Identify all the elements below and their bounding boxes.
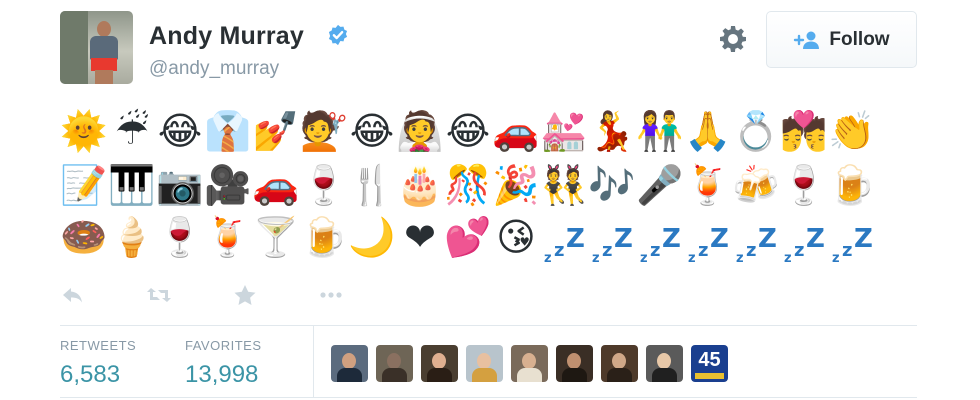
sleeping-zzz-icon: zzZ <box>784 224 825 266</box>
emoji-glyph: 🎤 <box>636 163 684 207</box>
emoji-glyph: 👰 <box>396 109 444 153</box>
sleeping-zzz-icon: zzZ <box>640 224 681 266</box>
emoji-glyph: 🍹 <box>204 215 252 259</box>
emoji-glyph: ❤ <box>404 215 436 259</box>
emoji-glyph: 📝 <box>60 163 108 207</box>
stats-divider-bottom <box>60 397 917 398</box>
emoji-glyph: 💇 <box>300 109 348 153</box>
emoji-glyph: 🍸 <box>252 215 300 259</box>
emoji-glyph: 🌙 <box>348 215 396 259</box>
emoji-glyph: 💃 <box>588 109 636 153</box>
favorite-button[interactable] <box>232 280 318 310</box>
sleeping-zzz-icon: zzZ <box>592 224 633 266</box>
favorites-label: FAVORITES <box>185 338 262 353</box>
emoji-glyph: 💍 <box>732 109 780 153</box>
retweet-button[interactable] <box>146 280 232 310</box>
faver-avatar[interactable] <box>601 345 638 382</box>
retweets-label: RETWEETS <box>60 338 137 353</box>
emoji-glyph: 🍴 <box>348 163 396 207</box>
emoji-glyph: 🍹 <box>684 163 732 207</box>
faver-avatar[interactable] <box>646 345 683 382</box>
stats-divider-vertical <box>313 326 314 397</box>
emoji-glyph: 😂 <box>349 109 395 153</box>
emoji-glyph: 🍩 <box>60 215 108 259</box>
emoji-glyph: 🍦 <box>108 215 156 259</box>
sleeping-zzz-icon: zzZ <box>688 224 729 266</box>
emoji-glyph: 🍺 <box>300 215 348 259</box>
emoji-glyph: 😂 <box>157 109 203 153</box>
emoji-glyph: 👫 <box>636 109 684 153</box>
faver-avatar[interactable] <box>511 345 548 382</box>
add-user-icon <box>794 31 820 49</box>
emoji-glyph: 👏 <box>828 109 876 153</box>
emoji-glyph: 🎂 <box>396 163 444 207</box>
sleeping-zzz-icon: zzZ <box>544 224 585 266</box>
emoji-glyph: 👯 <box>540 163 588 207</box>
emoji-glyph: ☔ <box>114 109 150 153</box>
emoji-glyph: 📷 <box>156 163 204 207</box>
user-avatar[interactable] <box>60 11 133 84</box>
emoji-glyph: 🍺 <box>828 163 876 207</box>
gear-icon[interactable] <box>718 24 748 54</box>
verified-badge-icon <box>328 24 348 46</box>
faver-avatar[interactable] <box>421 345 458 382</box>
faver-avatar[interactable] <box>556 345 593 382</box>
emoji-row-2: 📝 🎹 📷 🎥 🚗 🍷 🍴 🎂 🎊 🎉 👯 🎶 🎤 🍹 🍻 🍷 🍺 <box>60 162 876 208</box>
retweet-icon <box>147 288 171 302</box>
star-icon <box>234 285 256 305</box>
tweet-actions <box>60 280 404 310</box>
reply-button[interactable] <box>60 280 146 310</box>
emoji-glyph: 🚗 <box>492 109 540 153</box>
emoji-glyph: 💕 <box>444 215 492 259</box>
emoji-glyph: 🌞 <box>60 109 108 153</box>
user-handle[interactable]: @andy_murray <box>149 58 279 80</box>
emoji-glyph: 🎊 <box>444 163 492 207</box>
retweets-stat[interactable]: RETWEETS 6,583 <box>60 338 136 389</box>
emoji-glyph: 🍷 <box>300 163 348 207</box>
emoji-glyph: 🙏 <box>684 109 732 153</box>
emoji-glyph: 🍷 <box>156 215 204 259</box>
retweets-count: 6,583 <box>60 361 121 388</box>
emoji-glyph: 💅 <box>252 109 300 153</box>
faver-avatar[interactable] <box>466 345 503 382</box>
faver-avatar[interactable]: 45 <box>691 345 728 382</box>
emoji-row-3: 🍩 🍦 🍷 🍹 🍸 🍺 🌙 ❤ 💕 😘 z z Zz z Zz z Zz z Zz z Zz z Zz z Z <box>60 214 876 266</box>
emoji-glyph: 🎶 <box>588 163 636 207</box>
follow-button[interactable]: Follow <box>766 11 917 68</box>
sleeping-zzz-icon: zzZ <box>832 224 873 266</box>
reply-icon <box>63 288 82 303</box>
emoji-glyph: 💏 <box>780 109 828 153</box>
user-name[interactable]: Andy Murray <box>149 22 304 51</box>
favorites-count: 13,998 <box>185 361 259 388</box>
sleeping-zzz-icon: zzZ <box>736 224 777 266</box>
favorited-by-avatars: 45 <box>331 345 728 382</box>
emoji-glyph: 🎉 <box>492 163 540 207</box>
emoji-glyph: 😘 <box>496 215 536 259</box>
tweet-card: Andy Murray @andy_murray Follow 🌞 ☔ 😂 👔 💅 💇 😂 👰… <box>0 0 980 400</box>
follow-label: Follow <box>829 28 890 50</box>
emoji-glyph: 😂 <box>445 109 491 153</box>
emoji-glyph: 🍷 <box>780 163 828 207</box>
faver-avatar-text: 45 <box>698 349 721 371</box>
emoji-glyph: 🎥 <box>204 163 252 207</box>
emoji-glyph: 🚗 <box>252 163 300 207</box>
more-button[interactable] <box>318 280 404 310</box>
emoji-glyph: 💒 <box>540 109 588 153</box>
emoji-glyph: 🍻 <box>732 163 780 207</box>
stats-divider-top <box>60 325 917 326</box>
emoji-glyph: 👔 <box>204 109 252 153</box>
emoji-glyph: 🎹 <box>108 163 156 207</box>
favorites-stat[interactable]: FAVORITES 13,998 <box>185 338 262 389</box>
emoji-row-1: 🌞 ☔ 😂 👔 💅 💇 😂 👰 😂 🚗 💒 💃 👫 🙏 💍 💏 👏 <box>60 108 876 154</box>
faver-avatar[interactable] <box>331 345 368 382</box>
more-icon <box>320 292 342 298</box>
faver-avatar[interactable] <box>376 345 413 382</box>
